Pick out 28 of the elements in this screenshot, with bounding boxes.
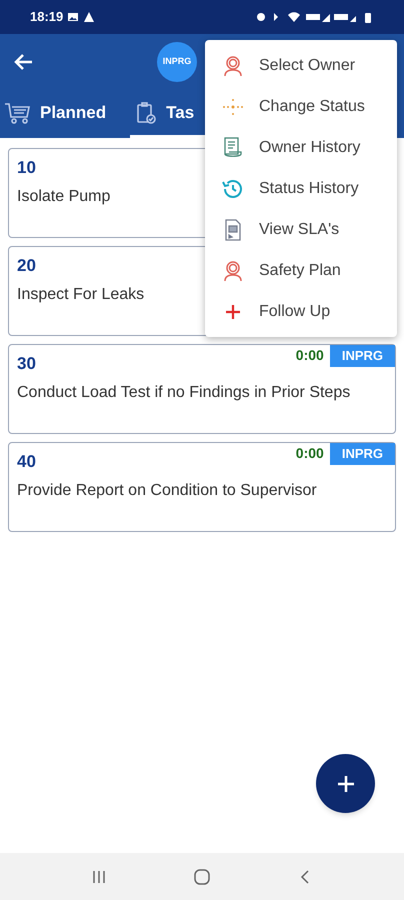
task-number: 10 (17, 157, 36, 179)
task-title: Provide Report on Condition to Supervisor (17, 480, 317, 500)
menu-item[interactable]: Status History (205, 168, 397, 209)
task-title: Isolate Pump (17, 186, 110, 206)
status-tag: INPRG (330, 443, 395, 464)
task-duration: 0:00 (296, 346, 324, 366)
task-title: Conduct Load Test if no Findings in Prior Steps (17, 382, 350, 402)
recent-apps-icon[interactable] (91, 868, 108, 884)
task-card[interactable]: 30 0:00 INPRG Conduct Load Test if no Findings in Prior Steps (8, 344, 396, 434)
task-duration: 0:00 (296, 444, 324, 464)
cart-icon (4, 100, 32, 124)
menu-item[interactable]: Select Owner (205, 45, 397, 86)
home-icon[interactable] (194, 868, 210, 884)
clipboard-icon (134, 100, 158, 124)
status-time: 18:19 (30, 8, 64, 26)
task-card[interactable]: 40 0:00 INPRG Provide Report on Condition to Supervisor (8, 442, 396, 532)
task-number: 20 (17, 255, 36, 277)
task-title: Inspect For Leaks (17, 284, 144, 304)
menu-item[interactable]: Follow Up (205, 291, 397, 332)
status-tag: INPRG (330, 345, 395, 366)
menu-item[interactable]: Safety Plan (205, 250, 397, 291)
add-button[interactable] (316, 754, 375, 813)
task-number: 30 (17, 353, 36, 375)
warning-icon (83, 11, 96, 23)
task-number: 40 (17, 451, 36, 473)
image-icon (67, 11, 80, 23)
tab[interactable]: Planned (0, 90, 130, 138)
status-badge: INPRG (157, 42, 197, 82)
